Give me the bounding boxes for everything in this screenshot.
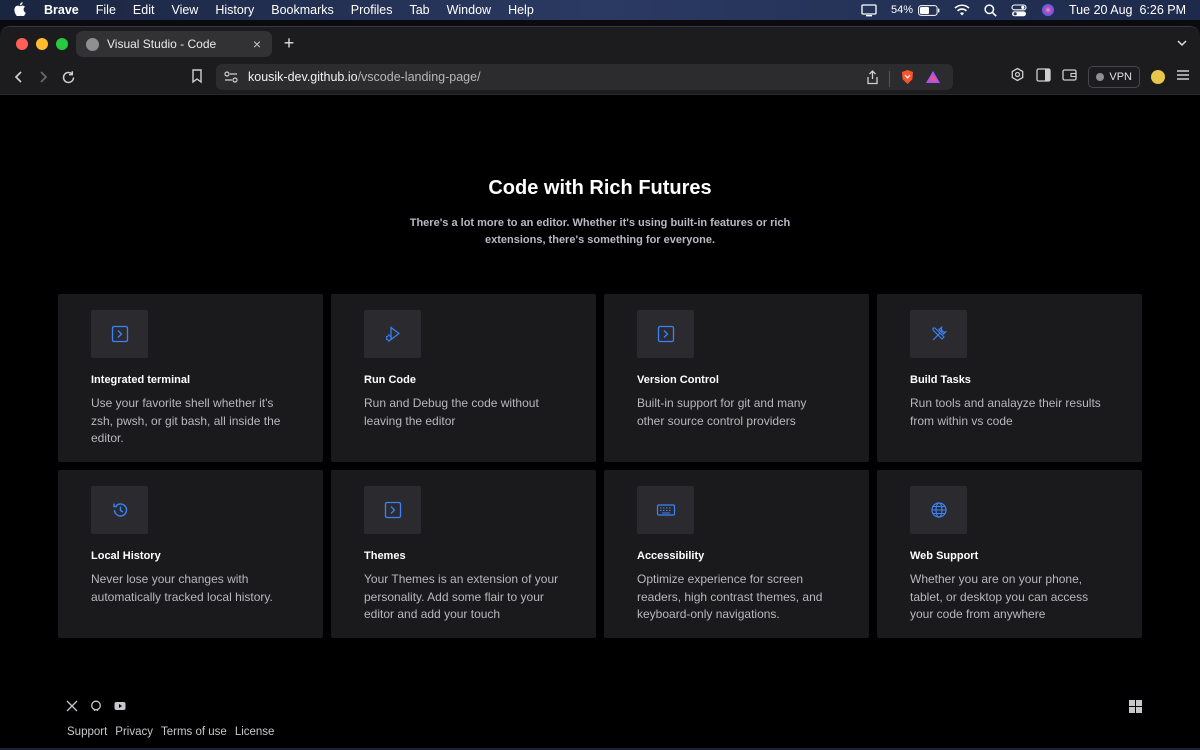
feature-title: Version Control bbox=[637, 374, 719, 386]
feature-description: Never lose your changes with automatical… bbox=[91, 572, 273, 604]
close-window-button[interactable] bbox=[16, 38, 28, 50]
wifi-icon[interactable] bbox=[954, 4, 970, 16]
tab-list-chevron-icon[interactable] bbox=[1174, 35, 1190, 51]
feature-title: Accessibility bbox=[637, 550, 705, 562]
feature-title: Run Code bbox=[364, 374, 416, 386]
youtube-icon[interactable] bbox=[114, 700, 126, 712]
url-divider bbox=[889, 70, 890, 87]
run-code-icon bbox=[364, 310, 421, 358]
battery-icon[interactable] bbox=[918, 4, 940, 16]
social-links bbox=[66, 700, 126, 712]
menu-edit[interactable]: Edit bbox=[124, 3, 163, 17]
feature-title: Build Tasks bbox=[910, 374, 971, 386]
themes-icon bbox=[364, 486, 421, 534]
brave-rewards-icon[interactable] bbox=[925, 70, 941, 87]
feature-title: Themes bbox=[364, 550, 406, 562]
feature-description: Whether you are on your phone, tablet, o… bbox=[910, 572, 1089, 621]
browser-window: Visual Studio - Code × + kousik-dev.gith… bbox=[0, 26, 1200, 748]
feature-card-build-tasks: Build Tasks Run tools and analayze their… bbox=[877, 294, 1142, 462]
x-twitter-icon[interactable] bbox=[66, 700, 78, 712]
footer-link-terms[interactable]: Terms of use bbox=[161, 726, 227, 738]
battery-percent: 54% bbox=[890, 4, 914, 16]
site-settings-icon[interactable] bbox=[224, 70, 238, 84]
feature-description: Use your favorite shell whether it's zsh… bbox=[91, 396, 281, 445]
version-control-icon bbox=[637, 310, 694, 358]
apple-icon[interactable] bbox=[0, 1, 40, 19]
profile-avatar[interactable] bbox=[1151, 70, 1165, 84]
feature-card-version-control: Version Control Built-in support for git… bbox=[604, 294, 869, 462]
feature-description: Your Themes is an extension of your pers… bbox=[364, 572, 559, 621]
footer-link-privacy[interactable]: Privacy bbox=[115, 726, 153, 738]
minimize-window-button[interactable] bbox=[36, 38, 48, 50]
feature-title: Integrated terminal bbox=[91, 374, 191, 386]
windows-logo-icon bbox=[1129, 700, 1142, 713]
globe-icon bbox=[910, 486, 967, 534]
vpn-label: VPN bbox=[1109, 71, 1132, 83]
footer-links: Support Privacy Terms of use License bbox=[67, 726, 274, 738]
page-heading: Code with Rich Futures bbox=[488, 177, 712, 199]
leo-ai-icon[interactable] bbox=[1010, 67, 1025, 87]
page-subheading: There's a lot more to an editor. Whether… bbox=[409, 217, 791, 246]
bookmark-icon[interactable] bbox=[190, 68, 206, 86]
tab-strip: Visual Studio - Code × + bbox=[0, 27, 1200, 60]
globe-favicon-icon bbox=[86, 37, 99, 51]
back-arrow-icon[interactable] bbox=[10, 68, 28, 86]
keyboard-icon bbox=[637, 486, 694, 534]
reload-icon[interactable] bbox=[59, 68, 77, 86]
history-icon bbox=[91, 486, 148, 534]
control-center-icon[interactable] bbox=[1011, 3, 1027, 17]
forward-arrow-icon[interactable] bbox=[34, 68, 52, 86]
feature-card-themes: Themes Your Themes is an extension of yo… bbox=[331, 470, 596, 638]
share-icon[interactable] bbox=[866, 69, 879, 88]
menu-file[interactable]: File bbox=[87, 3, 124, 17]
page-content: Code with Rich Futures There's a lot mor… bbox=[0, 95, 1200, 748]
menu-profiles[interactable]: Profiles bbox=[342, 3, 401, 17]
macos-menu-bar: Brave File Edit View History Bookmarks P… bbox=[0, 0, 1200, 20]
wallet-icon[interactable] bbox=[1062, 68, 1078, 86]
new-tab-button[interactable]: + bbox=[280, 33, 298, 53]
build-tools-icon bbox=[910, 310, 967, 358]
hamburger-menu-icon[interactable] bbox=[1176, 68, 1190, 86]
menu-app-name[interactable]: Brave bbox=[40, 3, 87, 17]
feature-description: Run and Debug the code without leaving t… bbox=[364, 396, 539, 428]
feature-card-web-support: Web Support Whether you are on your phon… bbox=[877, 470, 1142, 638]
vpn-status-icon bbox=[1096, 73, 1105, 81]
menu-tab[interactable]: Tab bbox=[401, 3, 438, 17]
search-icon[interactable] bbox=[984, 3, 997, 17]
terminal-icon bbox=[91, 310, 148, 358]
github-icon[interactable] bbox=[90, 700, 102, 712]
siri-icon[interactable] bbox=[1041, 3, 1055, 17]
brave-shields-icon[interactable] bbox=[900, 69, 915, 88]
window-controls bbox=[16, 38, 68, 50]
menu-bookmarks[interactable]: Bookmarks bbox=[263, 3, 343, 17]
feature-card-accessibility: Accessibility Optimize experience for sc… bbox=[604, 470, 869, 638]
feature-card-local-history: Local History Never lose your changes wi… bbox=[58, 470, 323, 638]
address-bar[interactable]: kousik-dev.github.io/vscode-landing-page… bbox=[216, 64, 953, 90]
tab-visual-studio-code[interactable]: Visual Studio - Code × bbox=[76, 31, 272, 57]
menu-history[interactable]: History bbox=[207, 3, 263, 17]
url-domain: kousik-dev.github.io bbox=[248, 70, 358, 84]
footer-link-license[interactable]: License bbox=[235, 726, 275, 738]
feature-card-integrated-terminal: Integrated terminal Use your favorite sh… bbox=[58, 294, 323, 462]
tab-title: Visual Studio - Code bbox=[107, 37, 217, 51]
feature-description: Run tools and analayze their results fro… bbox=[910, 396, 1101, 428]
feature-description: Optimize experience for screen readers, … bbox=[637, 572, 823, 621]
maximize-window-button[interactable] bbox=[56, 38, 68, 50]
sidebar-toggle-icon[interactable] bbox=[1036, 67, 1052, 87]
feature-title: Local History bbox=[91, 550, 161, 562]
feature-card-run-code: Run Code Run and Debug the code without … bbox=[331, 294, 596, 462]
close-tab-icon[interactable]: × bbox=[250, 36, 264, 52]
menu-view[interactable]: View bbox=[163, 3, 207, 17]
feature-description: Built-in support for git and many other … bbox=[637, 396, 807, 428]
menubar-clock[interactable]: Tue 20 Aug 6:26 PM bbox=[1069, 3, 1186, 17]
footer-link-support[interactable]: Support bbox=[67, 726, 107, 738]
vpn-button[interactable]: VPN bbox=[1088, 66, 1140, 88]
url-path: /vscode-landing-page/ bbox=[357, 70, 481, 84]
feature-title: Web Support bbox=[910, 550, 979, 562]
menu-window[interactable]: Window bbox=[438, 3, 499, 17]
display-icon[interactable] bbox=[861, 3, 877, 17]
menu-help[interactable]: Help bbox=[500, 3, 543, 17]
feature-grid: Integrated terminal Use your favorite sh… bbox=[58, 294, 1142, 638]
browser-toolbar: kousik-dev.github.io/vscode-landing-page… bbox=[0, 60, 1200, 95]
